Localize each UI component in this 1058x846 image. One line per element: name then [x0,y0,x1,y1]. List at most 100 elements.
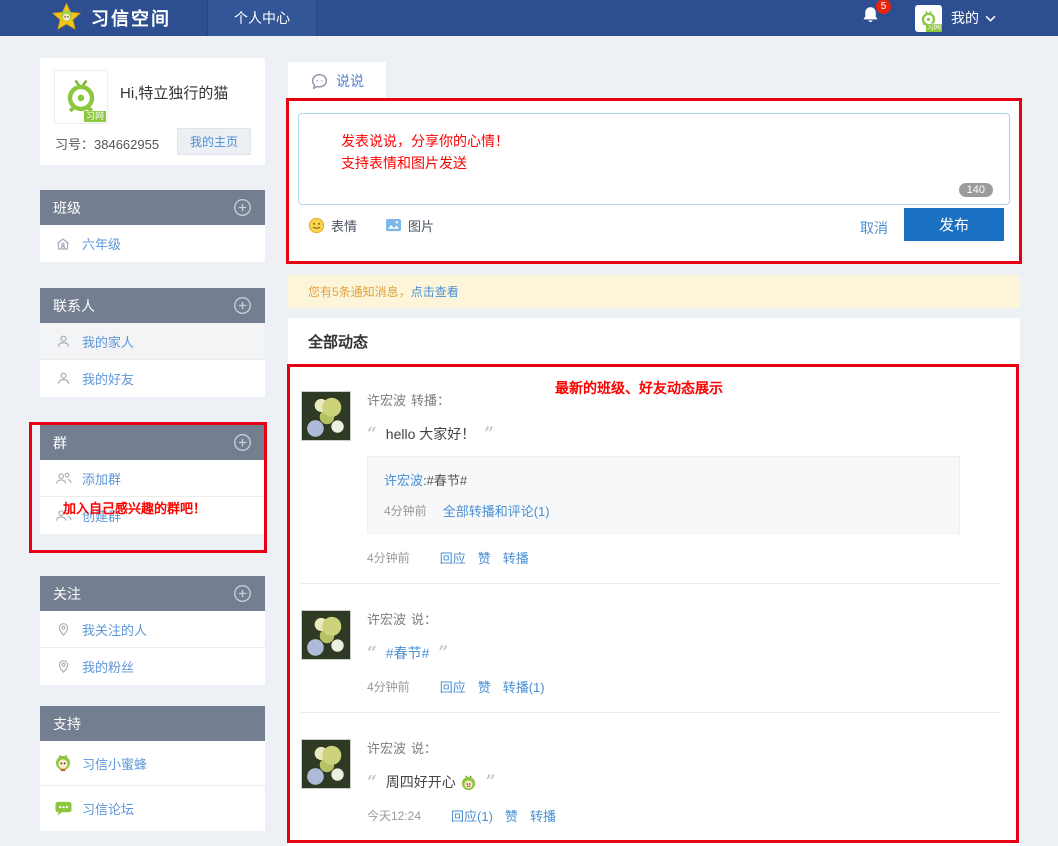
group-icon [53,508,73,523]
bee-icon [53,753,73,773]
chevron-down-icon[interactable] [985,15,996,22]
emoticon-button[interactable]: 表情 [308,216,357,235]
feed-item: 许宏波 转播： “ hello 大家好！ ” 许宏波:#春节# 4分钟前 全部转… [301,365,1000,584]
reply-link[interactable]: 回应 [440,548,466,567]
sidebar-item-label: 创建群 [82,509,122,524]
composer-toolbar: 表情 图片 [308,216,462,235]
school-icon [53,236,73,252]
feed-timestamp: 4分钟前 [367,551,410,565]
sidebar-item-label: 我的粉丝 [82,660,135,675]
feed-timestamp: 今天12:24 [367,809,422,823]
sidebar-item-xixin-forum[interactable]: 习信论坛 [40,786,265,831]
tab-shuoshuo[interactable]: 说说 [288,62,386,100]
sidebar-item-family[interactable]: 我的家人 [40,323,265,360]
quote-text: hello 大家好！ [385,426,476,442]
sidebar-item-xixin-bee[interactable]: 习信小蜜蜂 [40,741,265,786]
emoticon-sticker [460,774,477,791]
feed-avatar[interactable] [301,610,351,660]
publish-button[interactable]: 发布 [904,208,1004,241]
like-link[interactable]: 赞 [478,677,491,696]
picture-icon [386,218,402,232]
sidebar-item-label: 六年级 [82,237,122,252]
feed-quote: “ #春节# ” [367,643,1000,663]
repost-comments-link[interactable]: 全部转播和评论(1) [443,501,550,520]
cancel-button[interactable]: 取消 [860,218,888,238]
close-quote-mark: ” [484,424,495,444]
sidebar-item-create-group[interactable]: 创建群 [40,497,265,534]
navbar-right: 5 习网 我的 [860,0,1058,32]
feed-verb: 说： [411,741,438,756]
open-quote-mark: “ [367,772,377,792]
person-icon [53,334,73,349]
my-homepage-button[interactable]: 我的主页 [176,128,251,155]
section-header-support: 支持 [40,706,265,741]
feed-quote: “ hello 大家好！ ” [367,424,1000,444]
repost-box: 许宏波:#春节# 4分钟前 全部转播和评论(1) [367,456,960,534]
section-header-groups: 群 [40,425,265,460]
sidebar-item-grade6[interactable]: 六年级 [40,225,265,262]
notification-bell[interactable]: 5 [860,0,891,31]
add-icon[interactable] [233,584,252,603]
feed-panel: 全部动态 最新的班级、好友动态展示 许宏波转播： “ hello 大家好！ ” [287,318,1020,846]
sidebar-item-following[interactable]: 我关注的人 [40,611,265,648]
image-label: 图片 [408,219,435,234]
repost-author-link[interactable]: 许宏波 [384,473,423,488]
sidebar-item-add-group[interactable]: 添加群 [40,460,265,497]
add-icon[interactable] [233,296,252,315]
feed-timestamp: 4分钟前 [367,680,410,694]
repost-link[interactable]: 转播 [503,548,529,567]
sidebar-item-label: 习信小蜜蜂 [82,756,148,772]
avatar-tag: 习网 [926,23,942,32]
feed-title: 全部动态 [288,318,1020,365]
post-textarea[interactable]: 发表说说，分享你的心情！ 支持表情和图片发送 140 [298,113,1010,205]
notification-bar: 您有5条通知消息，点击查看 [288,275,1020,308]
top-navbar: 习信空间 个人中心 5 习网 我的 [0,0,1058,36]
add-icon[interactable] [233,433,252,452]
feed-author[interactable]: 许宏波 [367,741,406,756]
sidebar-item-fans[interactable]: 我的粉丝 [40,648,265,685]
notice-message: 您有5条通知消息 [308,285,399,299]
main-content: 说说 发表说说，分享你的心情！ 支持表情和图片发送 140 表情 图片 取消 发… [286,62,1022,846]
close-quote-mark: ” [485,772,496,792]
group-icon [53,471,73,486]
feed-item: 许宏波 说： “ #春节# ” 4分钟前 回应 赞 转播(1) [301,584,1000,713]
feed-avatar[interactable] [301,391,351,441]
feed-item-head: 许宏波 说： [367,738,1000,757]
section-header-class: 班级 [40,190,265,225]
section-header-contacts: 联系人 [40,288,265,323]
repost-link[interactable]: 转播(1) [503,677,545,696]
sidebar-item-label: 我的好友 [82,372,135,387]
add-icon[interactable] [233,198,252,217]
open-quote-mark: “ [367,643,377,663]
app-logo[interactable]: 习信空间 [50,2,171,35]
repost-link[interactable]: 转播 [530,806,556,825]
feed-meta: 4分钟前 回应 赞 转播 [367,548,1000,567]
feed-author[interactable]: 许宏波 [367,393,406,408]
like-link[interactable]: 赞 [478,548,491,567]
profile-avatar[interactable]: 习网 [54,70,108,124]
nav-item-personal-center[interactable]: 个人中心 [207,0,317,36]
tab-strip: 说说 [288,62,1020,100]
topic-link[interactable]: #春节# [386,643,430,663]
feed-avatar[interactable] [301,739,351,789]
image-button[interactable]: 图片 [385,216,434,235]
feed-quote: “ 周四好开心 ” [367,772,1000,792]
sidebar-section-groups: 加入自己感兴趣的群吧！ 群 添加群 创建群 [29,422,267,553]
feed-author[interactable]: 许宏波 [367,612,406,627]
reply-link[interactable]: 回应(1) [451,806,493,825]
sidebar: 习网 Hi,特立独行的猫 习号：384662955 我的主页 班级 六年级 联系… [29,58,267,831]
composer-annotation-text: 发表说说，分享你的心情！ 支持表情和图片发送 [341,133,509,171]
open-quote-mark: “ [367,424,377,444]
like-link[interactable]: 赞 [505,806,518,825]
sidebar-section-contacts: 联系人 我的家人 我的好友 [40,288,265,397]
user-avatar[interactable]: 习网 [915,4,942,32]
repost-timestamp: 4分钟前 [384,504,427,518]
brand-title: 习信空间 [91,9,171,29]
notice-link[interactable]: 点击查看 [411,283,459,300]
user-menu-label[interactable]: 我的 [951,8,979,28]
sidebar-item-friends[interactable]: 我的好友 [40,360,265,397]
reply-link[interactable]: 回应 [440,677,466,696]
feed-verb: 说： [411,612,438,627]
notice-separator: ， [398,285,411,299]
section-title: 班级 [53,199,81,216]
